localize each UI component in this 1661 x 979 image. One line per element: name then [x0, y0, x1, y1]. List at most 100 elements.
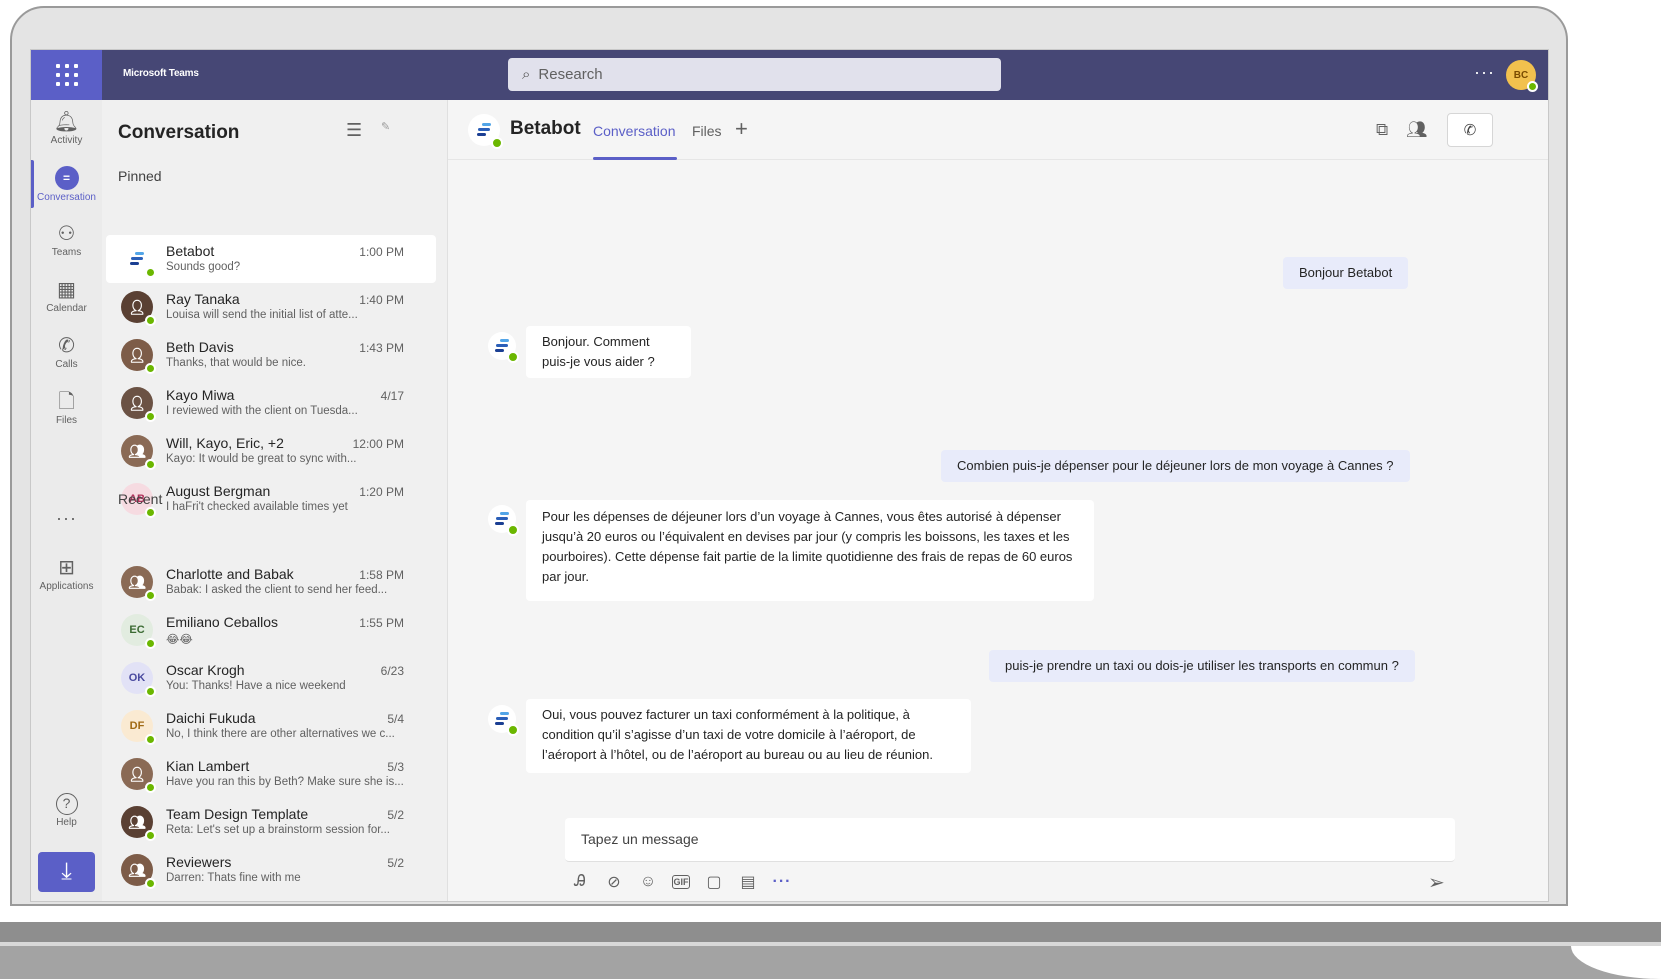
more-options-button[interactable]: ···: [1474, 62, 1495, 83]
app-name: Microsoft Teams: [123, 68, 199, 79]
audio-call-button[interactable]: ✆: [1447, 113, 1493, 147]
more-compose-options-icon[interactable]: ···: [772, 873, 792, 891]
bot-message-avatar: [488, 705, 519, 736]
chat-list-item[interactable]: 👥︎ Reviewers Darren: Thats fine with me 5/2: [106, 846, 436, 894]
message-received: Bonjour. Comment puis-je vous aider ?: [526, 326, 691, 378]
calendar-icon: ▦: [57, 278, 76, 301]
bot-message-avatar: [488, 505, 519, 536]
message-sent: Bonjour Betabot: [1283, 257, 1409, 289]
rail-item-conversation[interactable]: = Conversation: [31, 156, 102, 212]
rail-item-calendar[interactable]: ▦ Calendar: [31, 268, 102, 324]
more-apps-button[interactable]: ···: [31, 508, 102, 529]
chat-timestamp: 5/3: [387, 760, 404, 774]
chat-name: Kian Lambert: [166, 758, 250, 774]
bot-icon: [477, 123, 491, 137]
chat-timestamp: 1:00 PM: [359, 245, 404, 259]
chat-avatar: DF: [121, 710, 156, 745]
add-tab-button[interactable]: +: [735, 116, 748, 142]
group-avatar-icon: 👥︎: [128, 442, 146, 459]
presence-available-icon: [507, 724, 519, 736]
chat-preview: Have you ran this by Beth? Make sure she…: [166, 776, 404, 788]
chat-name: Team Design Template: [166, 806, 309, 822]
compose-placeholder: Tapez un message: [581, 831, 699, 847]
popout-icon[interactable]: ⧉: [1376, 120, 1388, 140]
app-launcher-button[interactable]: [31, 50, 102, 100]
user-avatar[interactable]: BC: [1506, 60, 1538, 92]
chat-list-item[interactable]: 👥︎ Charlotte and Babak Babak: I asked the …: [106, 558, 436, 606]
compose-toolbar: Ꭿ ⊘ ☺ GIF ▢ ▤ ···: [570, 872, 792, 892]
chat-avatar: EC: [121, 614, 156, 649]
phone-icon: ✆: [1463, 122, 1477, 139]
rail-item-files[interactable]: 🗋 Files: [31, 380, 102, 436]
chat-icon: =: [54, 165, 79, 190]
chat-list-item[interactable]: 👤︎ Kian Lambert Have you ran this by Beth?…: [106, 750, 436, 798]
chat-name: Daichi Fukuda: [166, 710, 256, 726]
rail-item-teams[interactable]: ⚇ Teams: [31, 212, 102, 268]
presence-available-icon: [507, 351, 519, 363]
teams-window: Microsoft Teams ⌕ Research ··· BC 🔔︎ Act…: [30, 49, 1549, 902]
conversation-pane: Betabot Conversation Files + ⧉ 👥︎ ✆ Bonj…: [448, 100, 1548, 901]
rail-item-help[interactable]: ? Help: [31, 782, 102, 838]
chat-preview: No, I think there are other alternatives…: [166, 728, 395, 740]
person-photo-icon: 👤︎: [128, 765, 146, 782]
search-placeholder: Research: [538, 66, 603, 83]
chat-preview: Thanks, that would be nice.: [166, 357, 306, 369]
presence-available-icon: [145, 363, 156, 374]
filter-icon[interactable]: ☰: [346, 120, 362, 141]
message-compose-box[interactable]: Tapez un message: [565, 818, 1455, 862]
download-button[interactable]: ⤓: [38, 852, 95, 892]
bot-icon: [130, 252, 144, 266]
presence-available-icon: [145, 267, 156, 278]
schedule-meeting-icon[interactable]: ▤: [738, 872, 758, 892]
help-icon: ?: [55, 792, 78, 815]
chat-timestamp: 12:00 PM: [352, 437, 404, 451]
chat-name: Ray Tanaka: [166, 291, 240, 307]
chat-preview: Babak: I asked the client to send her fe…: [166, 584, 388, 596]
chat-list-item[interactable]: 👤︎ Ray Tanaka Louisa will send the initial…: [106, 283, 436, 331]
chat-list-item[interactable]: OK Oscar Krogh You: Thanks! Have a nice we…: [106, 654, 436, 702]
message-sent: Combien puis-je dépenser pour le déjeune…: [941, 450, 1410, 482]
chat-list-item[interactable]: DF Daichi Fukuda No, I think there are oth…: [106, 702, 436, 750]
chat-name: Betabot: [166, 243, 215, 259]
format-icon[interactable]: Ꭿ: [570, 873, 590, 891]
tab-files[interactable]: Files: [692, 123, 722, 139]
presence-available-icon: [1527, 81, 1538, 92]
participants-icon[interactable]: 👥︎: [1406, 120, 1428, 140]
chat-timestamp: 5/2: [387, 808, 404, 822]
rail-item-calls[interactable]: ✆ Calls: [31, 324, 102, 380]
waffle-icon: [55, 64, 78, 86]
emoji-icon[interactable]: ☺: [638, 873, 658, 891]
chat-preview: 😂😂: [166, 634, 193, 646]
send-icon[interactable]: ➢: [1428, 870, 1445, 895]
sticker-icon[interactable]: ▢: [704, 872, 724, 892]
group-avatar-icon: 👥︎: [128, 573, 146, 590]
gif-icon[interactable]: GIF: [672, 875, 690, 889]
rail-item-applications[interactable]: ⊞ Applications: [31, 546, 102, 602]
chat-list-item[interactable]: Betabot Sounds good? 1:00 PM: [106, 235, 436, 283]
chat-preview: Louisa will send the initial list of att…: [166, 309, 358, 321]
chat-list-item[interactable]: 👤︎ Kayo Miwa I reviewed with the client on…: [106, 379, 436, 427]
chat-timestamp: 1:40 PM: [359, 293, 404, 307]
search-input[interactable]: ⌕ Research: [508, 58, 1001, 91]
chat-avatar: 👤︎: [121, 758, 156, 793]
presence-available-icon: [507, 524, 519, 536]
chat-list-item[interactable]: 👥︎ Will, Kayo, Eric, +2 Kayo: It would be …: [106, 427, 436, 475]
chat-timestamp: 1:20 PM: [359, 485, 404, 499]
attach-icon[interactable]: ⊘: [604, 872, 624, 892]
phone-icon: ✆: [58, 334, 75, 357]
chat-list-item[interactable]: 👥︎ Team Design Template Reta: Let's set up…: [106, 798, 436, 846]
chat-timestamp: 4/17: [380, 389, 404, 403]
chat-list-panel: Conversation ☰ ✎ Pinned Betabot Sounds go…: [102, 100, 448, 901]
chat-avatar: 👤︎: [121, 291, 156, 326]
chat-list-item[interactable]: 👤︎ Beth Davis Thanks, that would be nice. 1…: [106, 331, 436, 379]
rail-item-activity[interactable]: 🔔︎ Activity: [31, 100, 102, 156]
message-sent: puis-je prendre un taxi ou dois-je utili…: [989, 650, 1415, 682]
tab-conversation[interactable]: Conversation: [593, 123, 676, 139]
chat-name: Oscar Krogh: [166, 662, 245, 678]
chat-list-item[interactable]: EC Emiliano Ceballos 😂😂 1:55 PM: [106, 606, 436, 654]
chat-name: Beth Davis: [166, 339, 234, 355]
presence-available-icon: [145, 507, 156, 518]
bot-message-avatar: [488, 332, 519, 363]
new-chat-icon[interactable]: ✎: [381, 120, 390, 133]
chat-avatar: 👤︎: [121, 387, 156, 422]
